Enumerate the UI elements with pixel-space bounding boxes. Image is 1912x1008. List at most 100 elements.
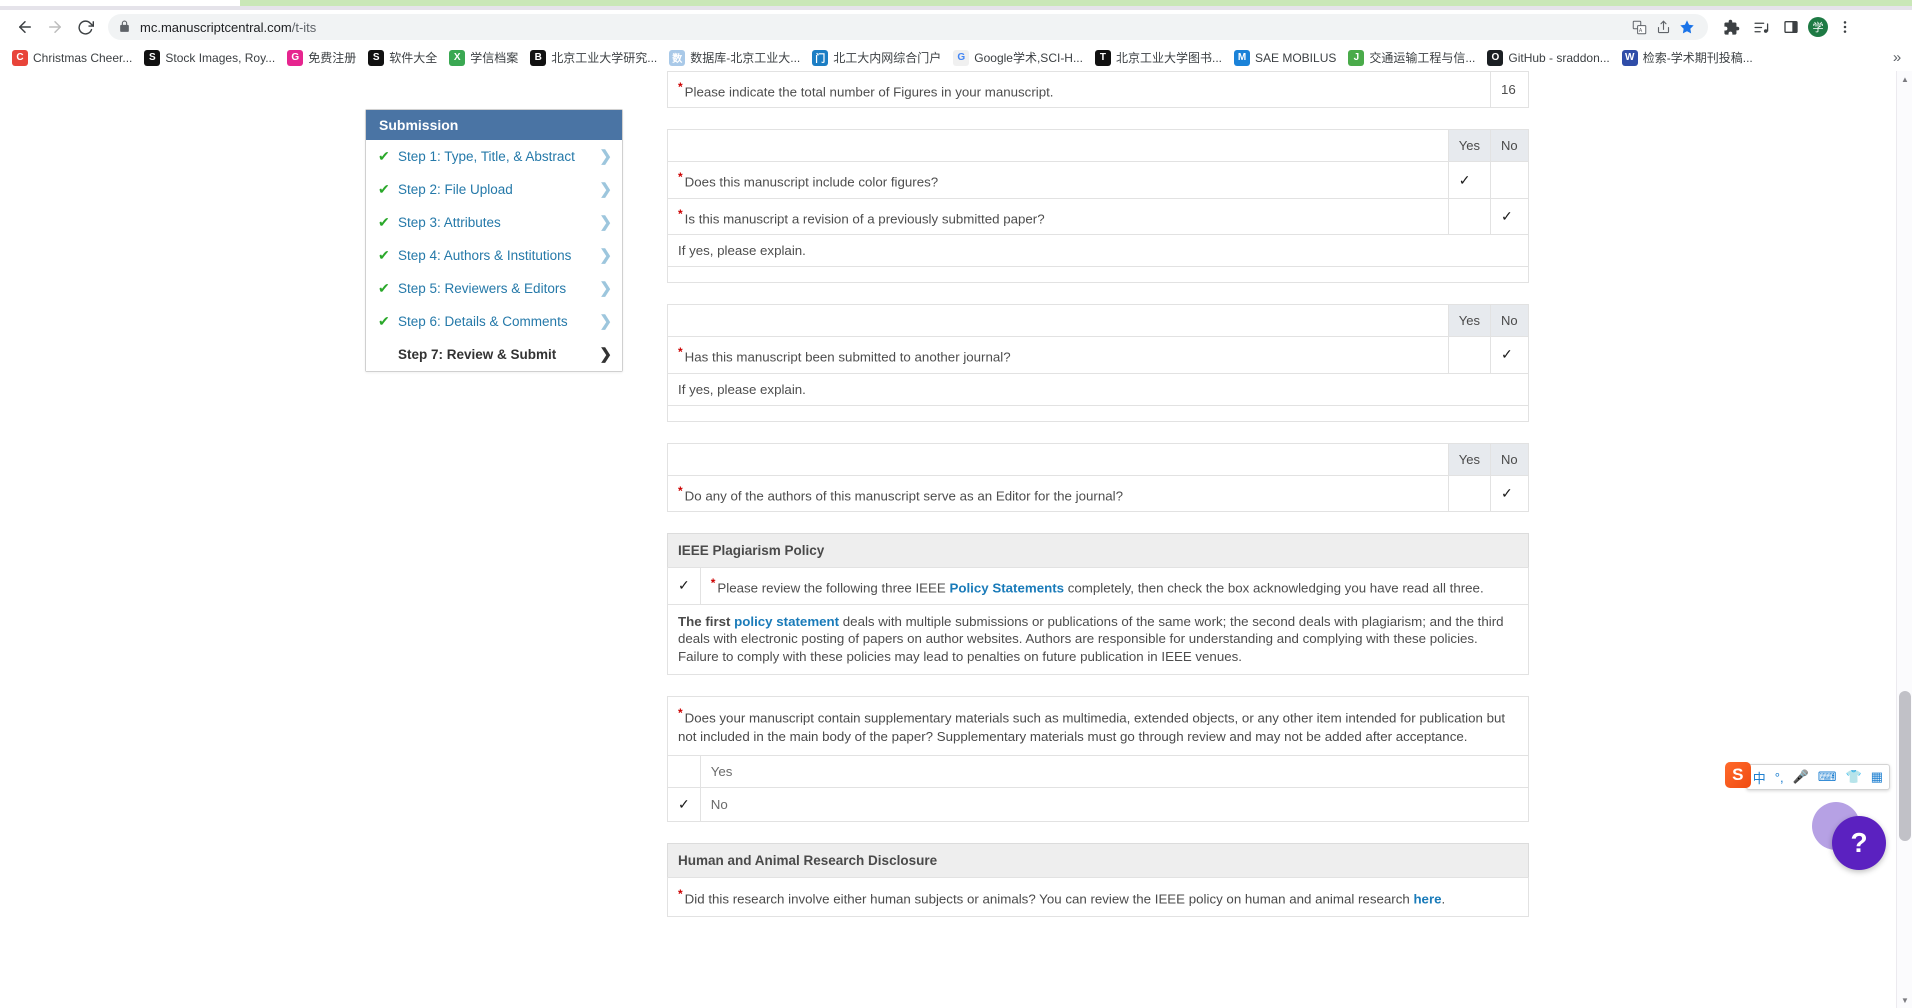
bookmark-item[interactable]: S Stock Images, Roy... (138, 48, 281, 68)
yes-header: Yes (1447, 304, 1492, 338)
supplementary-no-checkbox[interactable]: ✓ (667, 786, 701, 822)
human-animal-policy-link[interactable]: here (1413, 891, 1441, 906)
forward-icon[interactable] (40, 12, 70, 42)
bookmark-label: 学信档案 (470, 51, 519, 65)
ime-toolbox-icon[interactable]: ▦ (1871, 769, 1883, 785)
bookmark-item[interactable]: G Google学术,SCI-H... (947, 47, 1089, 68)
revision-no-checkbox[interactable]: ✓ (1490, 197, 1529, 236)
bookmark-item[interactable]: C Christmas Cheer... (6, 48, 138, 68)
sidebar-item-step-6[interactable]: ✔ Step 6: Details & Comments ❯ (366, 305, 622, 338)
profile-avatar[interactable]: 学 (1808, 17, 1828, 37)
sidebar-item-step-7[interactable]: Step 7: Review & Submit ❯ (366, 338, 622, 371)
step-complete-check-icon: ✔ (378, 312, 390, 329)
table-row: * Did this research involve either human … (667, 876, 1529, 918)
bookmark-favicon-icon: X (449, 49, 466, 66)
figures-table: * Please indicate the total number of Fig… (667, 71, 1529, 109)
table-row: Yes (667, 754, 1530, 788)
bookmark-item[interactable]: S 软件大全 (362, 47, 443, 68)
bookmark-item[interactable]: 门北工大内网综合门户 (806, 47, 947, 68)
three-dot-menu-icon[interactable] (1832, 14, 1858, 40)
bookmark-item[interactable]: O GitHub - sraddon... (1481, 48, 1615, 68)
bookmark-item[interactable]: X 学信档案 (443, 47, 524, 68)
sidebar-item-step-3[interactable]: ✔ Step 3: Attributes ❯ (366, 206, 622, 239)
bookmark-label: Google学术,SCI-H... (974, 51, 1083, 65)
another-journal-no-checkbox[interactable]: ✓ (1490, 336, 1529, 374)
chevron-right-icon: ❯ (599, 214, 612, 231)
bookmark-favicon-icon: T (1094, 49, 1111, 66)
share-icon[interactable] (1652, 16, 1674, 38)
sidebar-item-label: Step 6: Details & Comments (398, 313, 568, 329)
reload-icon[interactable] (70, 12, 100, 42)
bookmark-label: 北京工业大学研究... (551, 51, 658, 65)
ime-skin-icon[interactable]: 👕 (1846, 769, 1862, 785)
supplementary-yes-checkbox[interactable] (667, 754, 701, 788)
table-row (667, 266, 1529, 284)
ime-language-toggle[interactable]: 中 (1753, 768, 1766, 787)
human-animal-question: * Did this research involve either human … (667, 876, 1529, 918)
sidebar-item-step-1[interactable]: ✔ Step 1: Type, Title, & Abstract ❯ (366, 140, 622, 173)
table-row: * Does your manuscript contain supplement… (667, 695, 1529, 756)
bookmarks-overflow-icon[interactable]: » (1886, 46, 1908, 68)
omnibox-actions: A (1628, 16, 1698, 38)
figures-question: * Please indicate the total number of Fig… (667, 71, 1491, 109)
browser-toolbar: mc.manuscriptcentral.com/t-its A 学 (0, 10, 1912, 44)
sidebar-item-step-4[interactable]: ✔ Step 4: Authors & Institutions ❯ (366, 239, 622, 272)
translate-icon[interactable]: A (1628, 16, 1650, 38)
blank-header (667, 129, 1449, 163)
no-header: No (1490, 304, 1529, 338)
policy-statement-link[interactable]: policy statement (734, 614, 839, 629)
group2-explain-input[interactable] (667, 404, 1529, 422)
bookmark-item[interactable]: W 检索-学术期刊投稿... (1616, 47, 1759, 68)
bookmark-item[interactable]: 数数据库-北京工业大... (663, 47, 806, 68)
plagiarism-ack-text: * Please review the following three IEEE … (699, 567, 1530, 605)
bookmark-item[interactable]: B 北京工业大学研究... (524, 47, 663, 68)
revision-yes-checkbox[interactable] (1447, 197, 1492, 236)
table-row: ✓ * Please review the following three IEE… (667, 567, 1530, 605)
sidebar-item-label: Step 4: Authors & Institutions (398, 247, 572, 263)
extensions-puzzle-icon[interactable] (1718, 14, 1744, 40)
color-figures-no-checkbox[interactable] (1490, 161, 1529, 199)
yes-header: Yes (1447, 442, 1492, 476)
bookmark-item[interactable]: G 免费注册 (281, 47, 362, 68)
yes-header: Yes (1447, 129, 1492, 163)
bookmark-favicon-icon: B (530, 49, 547, 66)
color-figures-yes-checkbox[interactable]: ✓ (1447, 161, 1492, 199)
toolbar-icons: 学 (1718, 14, 1858, 40)
bookmark-item[interactable]: M SAE MOBILUS (1228, 48, 1342, 68)
media-playlist-icon[interactable] (1748, 14, 1774, 40)
page-scrollbar[interactable]: ▲ ▼ (1896, 71, 1912, 1008)
plagiarism-ack-checkbox[interactable]: ✓ (667, 567, 701, 605)
side-panel-icon[interactable] (1778, 14, 1804, 40)
bookmark-favicon-icon: G (953, 49, 970, 66)
sogou-logo-icon[interactable]: S (1724, 762, 1751, 788)
bookmark-item[interactable]: J 交通运输工程与信... (1342, 47, 1481, 68)
bookmark-item[interactable]: T 北京工业大学图书... (1089, 47, 1228, 68)
scroll-up-arrow[interactable]: ▲ (1897, 71, 1912, 87)
editor-no-checkbox[interactable]: ✓ (1490, 474, 1529, 513)
chevron-right-icon: ❯ (599, 181, 612, 198)
sidebar-item-label: Step 1: Type, Title, & Abstract (398, 148, 575, 164)
sidebar-item-step-5[interactable]: ✔ Step 5: Reviewers & Editors ❯ (366, 272, 622, 305)
table-row: If yes, please explain. (667, 234, 1529, 268)
table-row: * Please indicate the total number of Fig… (667, 71, 1529, 109)
address-bar[interactable]: mc.manuscriptcentral.com/t-its A (108, 14, 1708, 40)
sidebar-item-step-2[interactable]: ✔ Step 2: File Upload ❯ (366, 173, 622, 206)
chevron-right-icon: ❯ (599, 247, 612, 264)
bookmark-favicon-icon: W (1621, 49, 1638, 66)
revision-question: * Is this manuscript a revision of a prev… (667, 197, 1449, 236)
figures-value[interactable]: 16 (1490, 71, 1529, 109)
group1-explain-input[interactable] (667, 266, 1529, 284)
scroll-down-arrow[interactable]: ▼ (1897, 992, 1912, 1008)
scrollbar-thumb[interactable] (1899, 691, 1911, 841)
editor-yes-checkbox[interactable] (1447, 474, 1492, 513)
policy-statements-link[interactable]: Policy Statements (950, 581, 1065, 596)
another-journal-yes-checkbox[interactable] (1447, 336, 1492, 374)
help-button[interactable]: ? (1832, 816, 1886, 870)
ime-microphone-icon[interactable]: 🎤 (1793, 769, 1809, 785)
bookmark-favicon-icon: G (287, 49, 304, 66)
bookmark-star-icon[interactable] (1676, 16, 1698, 38)
color-figures-question: * Does this manuscript include color figu… (667, 161, 1449, 199)
ime-punctuation-toggle[interactable]: °, (1775, 770, 1784, 785)
back-icon[interactable] (10, 12, 40, 42)
ime-keyboard-icon[interactable]: ⌨ (1818, 769, 1837, 785)
